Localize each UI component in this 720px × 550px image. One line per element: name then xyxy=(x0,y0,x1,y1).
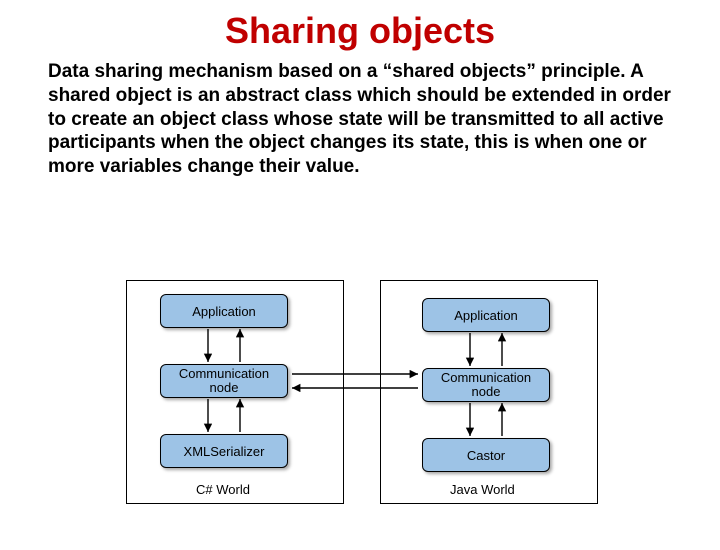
slide-title: Sharing objects xyxy=(0,10,720,52)
diagram-area: Application Communicationnode XMLSeriali… xyxy=(0,280,720,548)
arrow-layer xyxy=(0,280,720,548)
slide-paragraph: Data sharing mechanism based on a “share… xyxy=(48,60,672,179)
